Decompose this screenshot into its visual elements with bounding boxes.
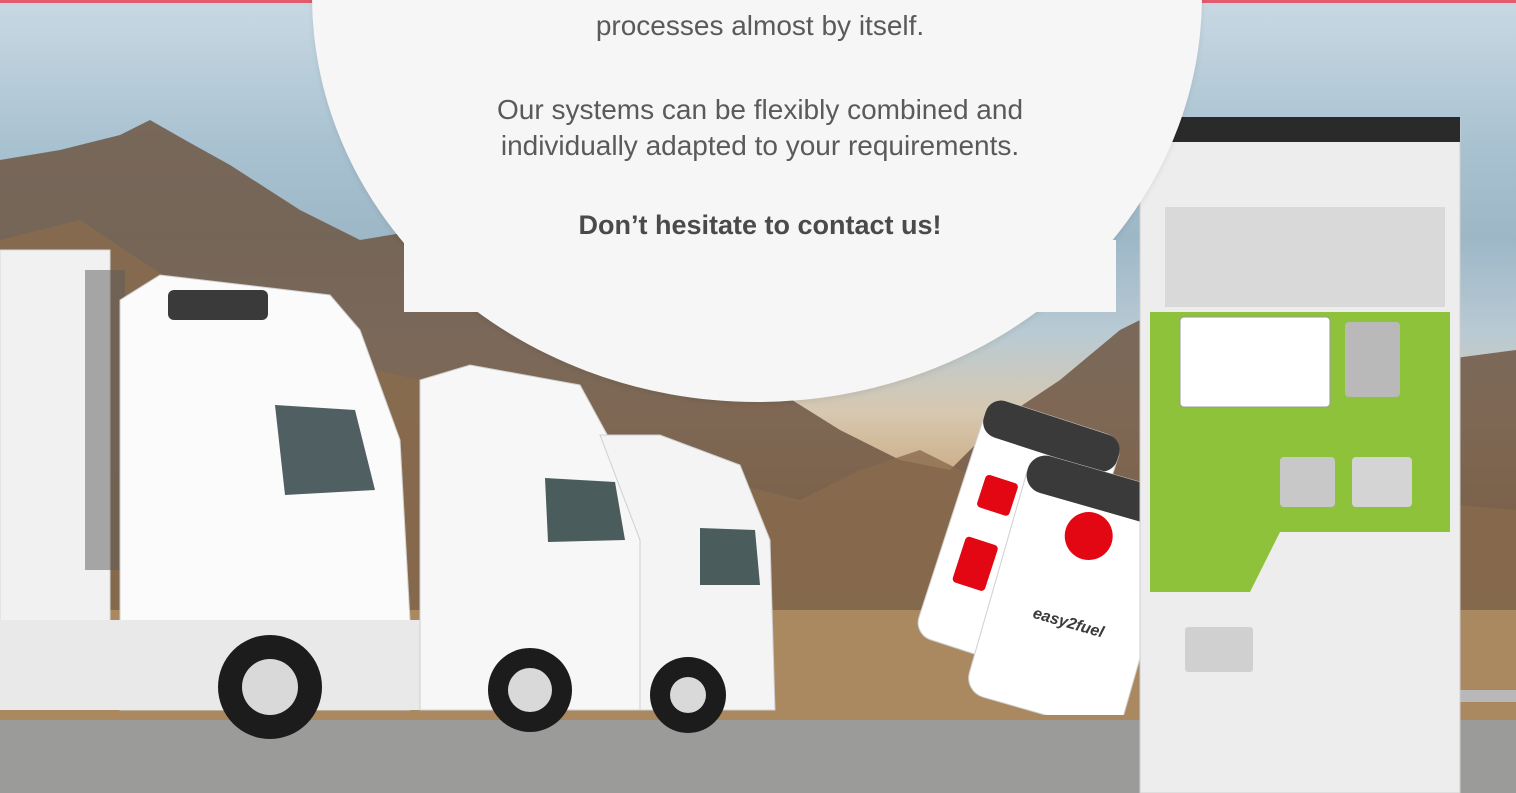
terminal-canopy [1165,207,1445,307]
contact-cta[interactable]: Don’t hesitate to contact us! [404,207,1116,243]
text-line-1: processes almost by itself. [595,10,925,41]
speech-bubble-base [404,240,1116,312]
truck-2-window [545,478,625,542]
truck-3-window [700,528,760,585]
terminal-receipt-slot [1352,457,1412,507]
terminal-dispenser [1185,627,1253,672]
trailer-unit [85,270,125,570]
fuel-terminal-image [1139,117,1461,793]
truck-2-hub [508,668,552,712]
text-line-2: Our systems can be flexibly combined and… [404,92,1116,164]
terminal-screen [1179,316,1331,408]
terminal-card-slot [1280,457,1335,507]
truck-1-hub [242,659,298,715]
truck-1-chassis [0,620,420,710]
terminal-top [1140,117,1460,142]
terminal-keypad [1345,322,1400,397]
text-line-2b: individually adapted to your requirement… [500,130,1020,161]
truck-3-hub [670,677,706,713]
hero-scene: easy2fuel processes almost by itself. Ou… [0,0,1516,793]
text-line-2a: Our systems can be flexibly combined and [496,94,1024,125]
truck-1-visor [168,290,268,320]
